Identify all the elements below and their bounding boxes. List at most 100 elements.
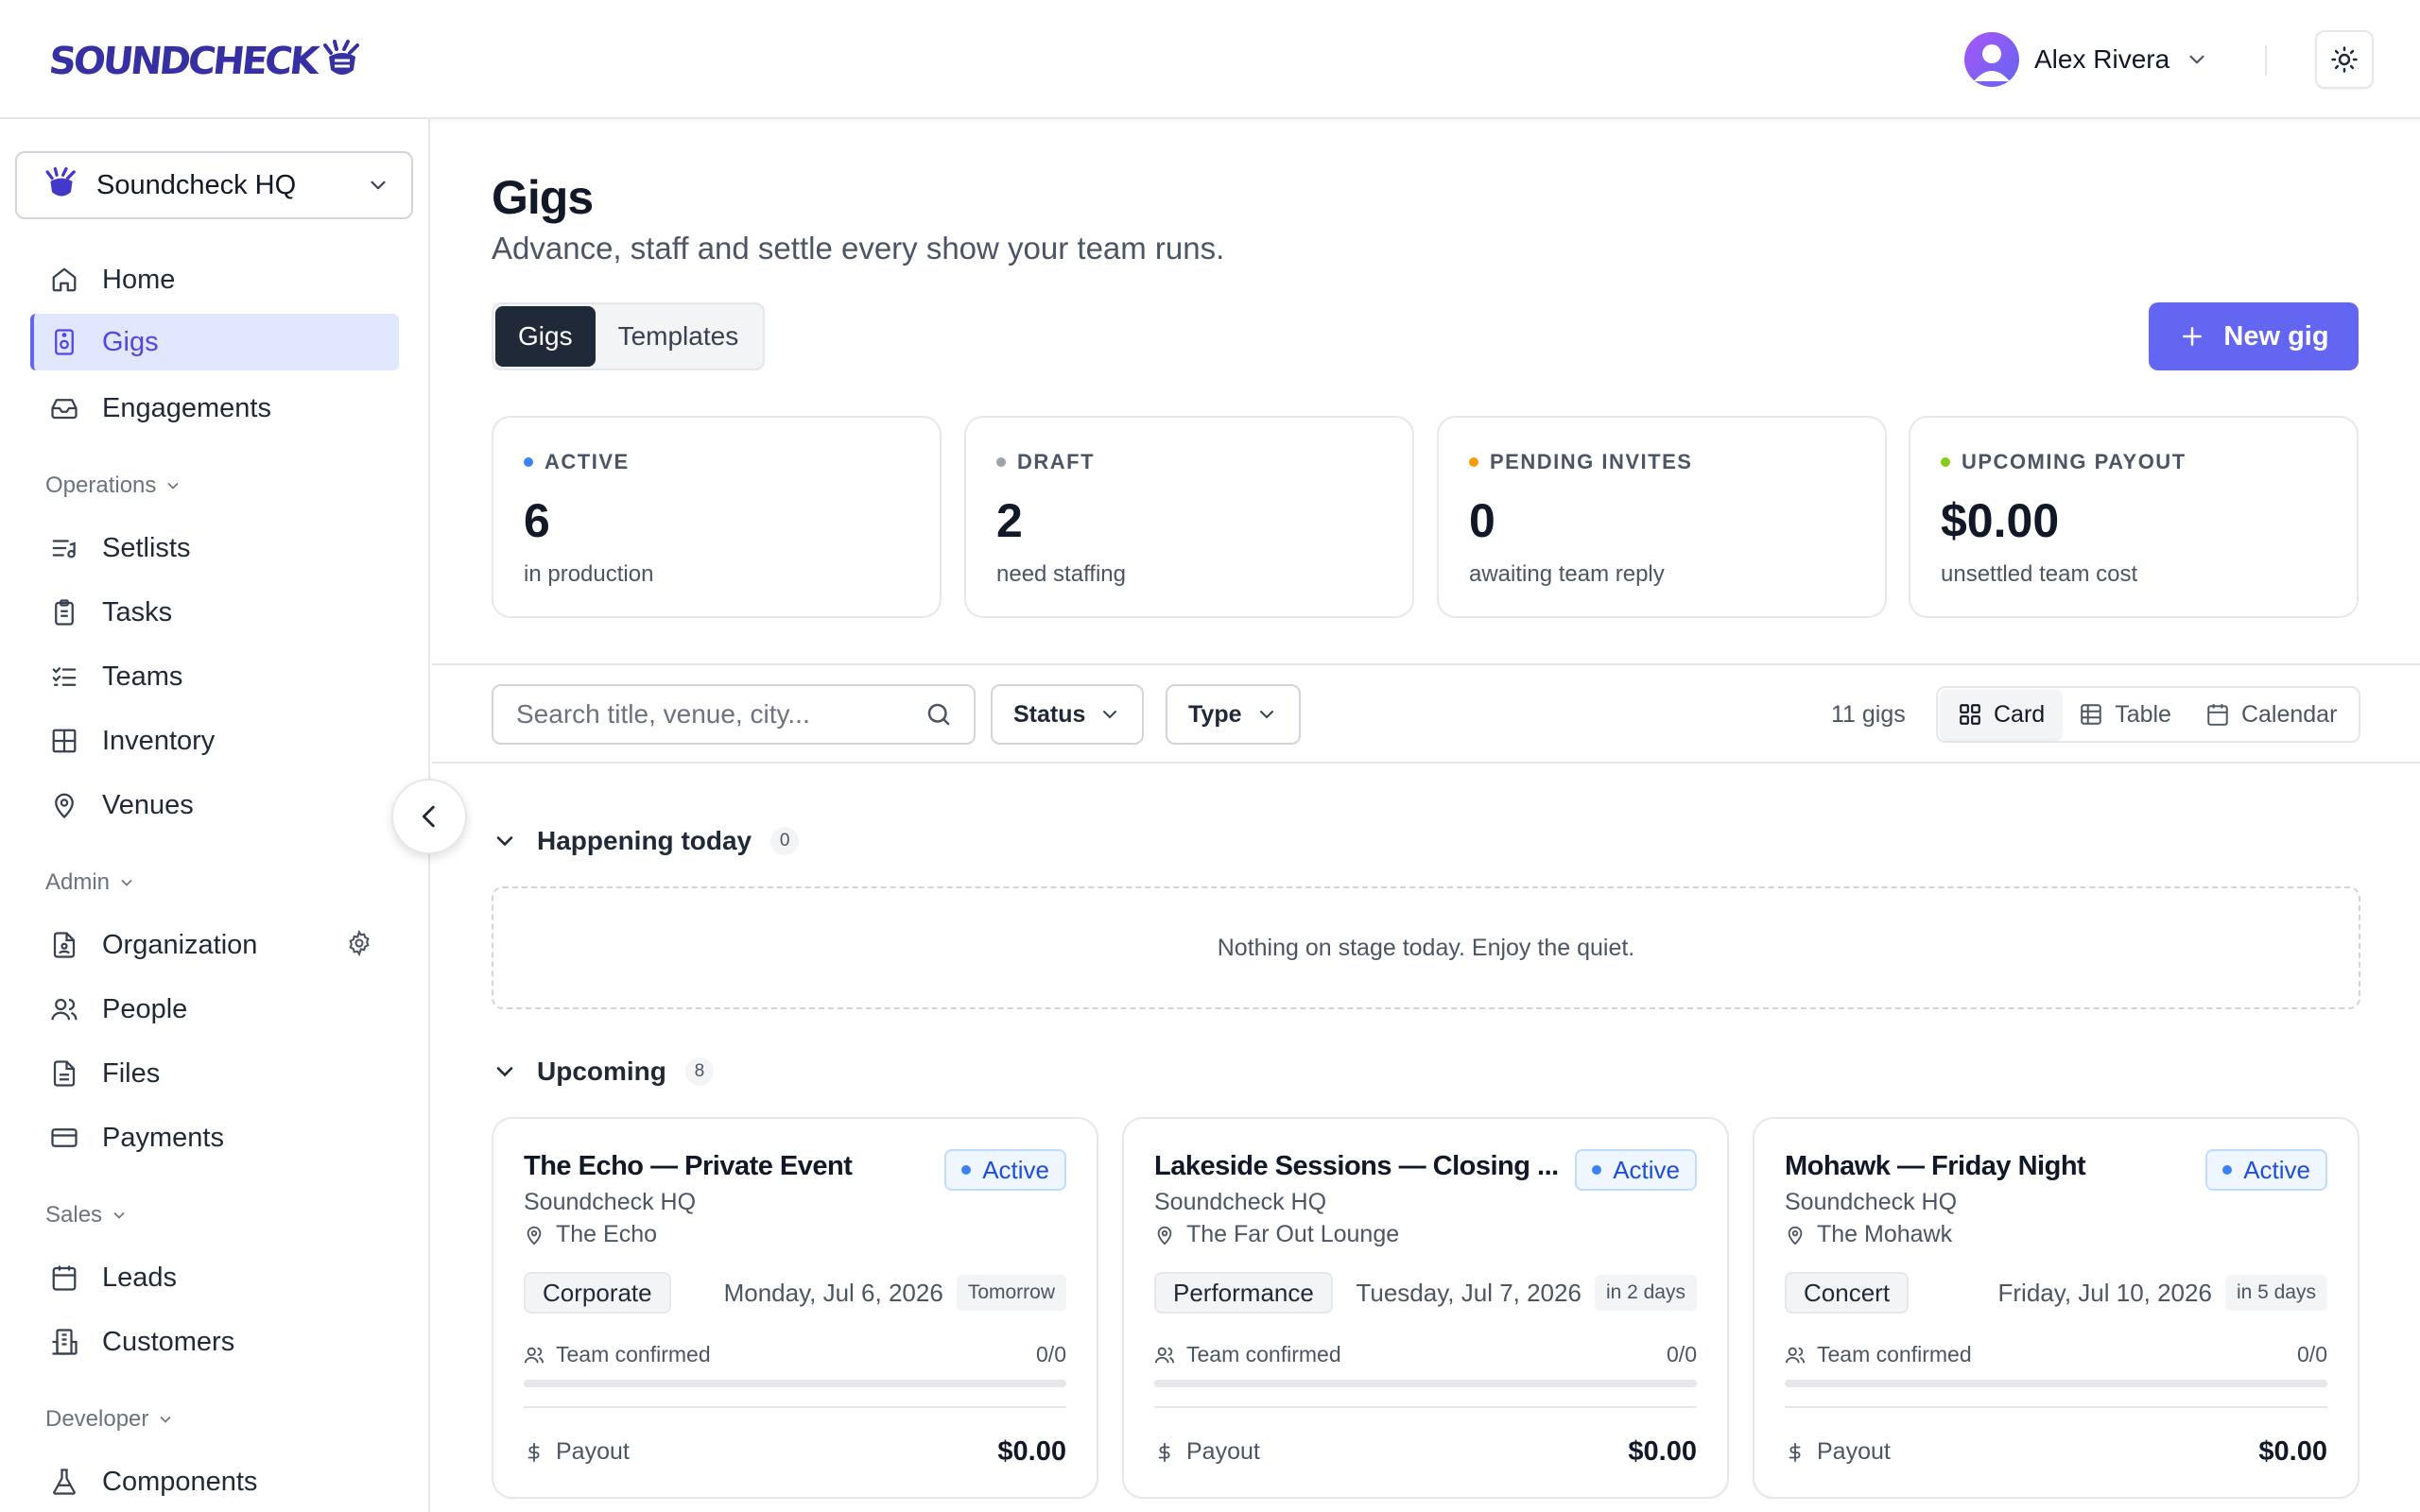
team-row: Team confirmed 0/0: [1154, 1342, 1697, 1367]
stat-label-text: UPCOMING PAYOUT: [1962, 450, 2187, 473]
gig-date-wrap: Friday, Jul 10, 2026 in 5 days: [1998, 1272, 2327, 1314]
org-switcher[interactable]: Soundcheck HQ: [15, 151, 413, 219]
stat-card-draft: DRAFT 2 need staffing: [964, 416, 1414, 618]
gig-card[interactable]: Lakeside Sessions — Closing ... Active S…: [1122, 1117, 1729, 1499]
divider: [1154, 1406, 1697, 1408]
type-filter-label: Type: [1188, 700, 1242, 728]
sidebar-item-label: Setlists: [102, 532, 191, 563]
dollar-icon: [1785, 1442, 1806, 1463]
team-progress-bar: [1785, 1380, 2327, 1387]
sidebar-item-people[interactable]: People: [30, 981, 399, 1038]
status-filter-dropdown[interactable]: Status: [991, 684, 1145, 745]
sidebar-section-operations[interactable]: Operations: [45, 472, 182, 499]
sidebar-item-files[interactable]: Files: [30, 1045, 399, 1102]
search-input[interactable]: [516, 699, 913, 730]
tab-gigs[interactable]: Gigs: [495, 306, 596, 367]
sidebar-item-label: Payments: [102, 1122, 224, 1153]
file-icon: [49, 1058, 79, 1089]
team-label-text: Team confirmed: [556, 1342, 711, 1366]
status-dot: [1941, 457, 1950, 467]
page-title: Gigs: [492, 171, 594, 224]
gig-date: Monday, Jul 6, 2026: [723, 1278, 943, 1307]
sidebar-item-payments[interactable]: Payments: [30, 1109, 399, 1166]
relative-date-pill: in 5 days: [2224, 1275, 2327, 1311]
stat-value: 0: [1469, 494, 1495, 547]
payout-label: Payout: [1154, 1438, 1260, 1466]
sidebar-section-admin[interactable]: Admin: [45, 869, 136, 896]
chevron-down-icon: [164, 476, 182, 495]
view-table-label: Table: [2115, 700, 2171, 728]
sidebar-item-teams[interactable]: Teams: [30, 648, 399, 705]
avatar: [1964, 32, 2019, 87]
view-card-label: Card: [1994, 700, 2046, 728]
sidebar-item-home[interactable]: Home: [30, 251, 399, 308]
sidebar-item-gigs[interactable]: Gigs: [30, 314, 399, 370]
sidebar-item-venues[interactable]: Venues: [30, 777, 399, 833]
view-card-button[interactable]: Card: [1941, 690, 2063, 739]
flask-icon: [49, 1467, 79, 1497]
gear-icon[interactable]: [346, 930, 372, 956]
page-tabs: Gigs Templates: [492, 302, 766, 370]
view-calendar-button[interactable]: Calendar: [2188, 690, 2354, 739]
team-label-text: Team confirmed: [1817, 1342, 1972, 1366]
sidebar-item-components[interactable]: Components: [30, 1453, 399, 1510]
sun-icon: [2330, 45, 2359, 74]
table-icon: [2079, 702, 2103, 727]
new-gig-button[interactable]: New gig: [2149, 302, 2359, 370]
search-icon[interactable]: [925, 700, 953, 729]
boxes-icon: [49, 726, 79, 756]
sidebar-item-engagements[interactable]: Engagements: [30, 380, 399, 437]
plus-icon: [2178, 322, 2206, 351]
view-table-button[interactable]: Table: [2062, 690, 2188, 739]
gig-date: Tuesday, Jul 7, 2026: [1356, 1278, 1582, 1307]
sidebar-item-customers[interactable]: Customers: [30, 1314, 399, 1370]
status-dot: [961, 1165, 972, 1175]
sidebar-item-tasks[interactable]: Tasks: [30, 584, 399, 641]
sidebar-item-inventory[interactable]: Inventory: [30, 713, 399, 769]
stat-label-text: PENDING INVITES: [1490, 450, 1693, 473]
sidebar-section-developer[interactable]: Developer: [45, 1406, 175, 1433]
gig-date: Friday, Jul 10, 2026: [1997, 1278, 2212, 1307]
filter-bar: Status Type 11 gigs Card Table Calendar: [432, 663, 2420, 764]
section-upcoming[interactable]: Upcoming 8: [492, 1057, 714, 1087]
section-title: Admin: [45, 869, 111, 895]
team-progress-bar: [1154, 1380, 1697, 1387]
section-title: Sales: [45, 1202, 103, 1228]
stat-label: PENDING INVITES: [1469, 450, 1855, 474]
sidebar-item-leads[interactable]: Leads: [30, 1249, 399, 1306]
status-text: Active: [2243, 1155, 2310, 1184]
chevron-down-icon: [1255, 703, 1278, 726]
brand-logo[interactable]: SOUNDCHECK: [47, 36, 363, 87]
count-badge: 8: [684, 1057, 714, 1086]
gig-card[interactable]: Mohawk — Friday Night Active Soundcheck …: [1753, 1117, 2360, 1499]
sidebar-item-setlists[interactable]: Setlists: [30, 520, 399, 576]
theme-toggle-button[interactable]: [2315, 30, 2374, 89]
sidebar-item-label: Teams: [102, 661, 183, 692]
collapse-sidebar-button[interactable]: [391, 779, 467, 854]
sidebar-section-sales[interactable]: Sales: [45, 1202, 129, 1228]
sidebar: Soundcheck HQ Home Gigs Engagements Oper…: [0, 119, 430, 1512]
gig-title: Lakeside Sessions — Closing ...: [1154, 1151, 1559, 1181]
users-icon: [524, 1345, 544, 1366]
tab-templates[interactable]: Templates: [596, 306, 762, 367]
chevron-down-icon: [492, 1058, 518, 1085]
chevron-down-icon: [1098, 703, 1121, 726]
count-badge: 0: [770, 827, 800, 855]
type-filter-dropdown[interactable]: Type: [1166, 684, 1301, 745]
user-menu[interactable]: Alex Rivera: [1964, 32, 2209, 87]
users-icon: [1154, 1345, 1175, 1366]
calendar-icon: [2205, 702, 2230, 727]
sidebar-item-label: Gigs: [102, 326, 159, 357]
gig-card[interactable]: The Echo — Private Event Active Soundche…: [492, 1117, 1098, 1499]
sidebar-item-organization[interactable]: Organization: [30, 917, 399, 973]
type-pill: Concert: [1785, 1272, 1910, 1314]
payout-label-text: Payout: [1817, 1438, 1891, 1465]
home-icon: [49, 265, 79, 295]
chevron-down-icon: [156, 1410, 175, 1429]
status-dot: [1592, 1165, 1602, 1175]
sidebar-item-label: Tasks: [102, 596, 173, 627]
sidebar-item-label: Engagements: [102, 392, 271, 423]
gig-org: Soundcheck HQ: [1154, 1189, 1327, 1215]
section-happening-today[interactable]: Happening today 0: [492, 826, 800, 856]
payout-value: $0.00: [1628, 1436, 1697, 1467]
